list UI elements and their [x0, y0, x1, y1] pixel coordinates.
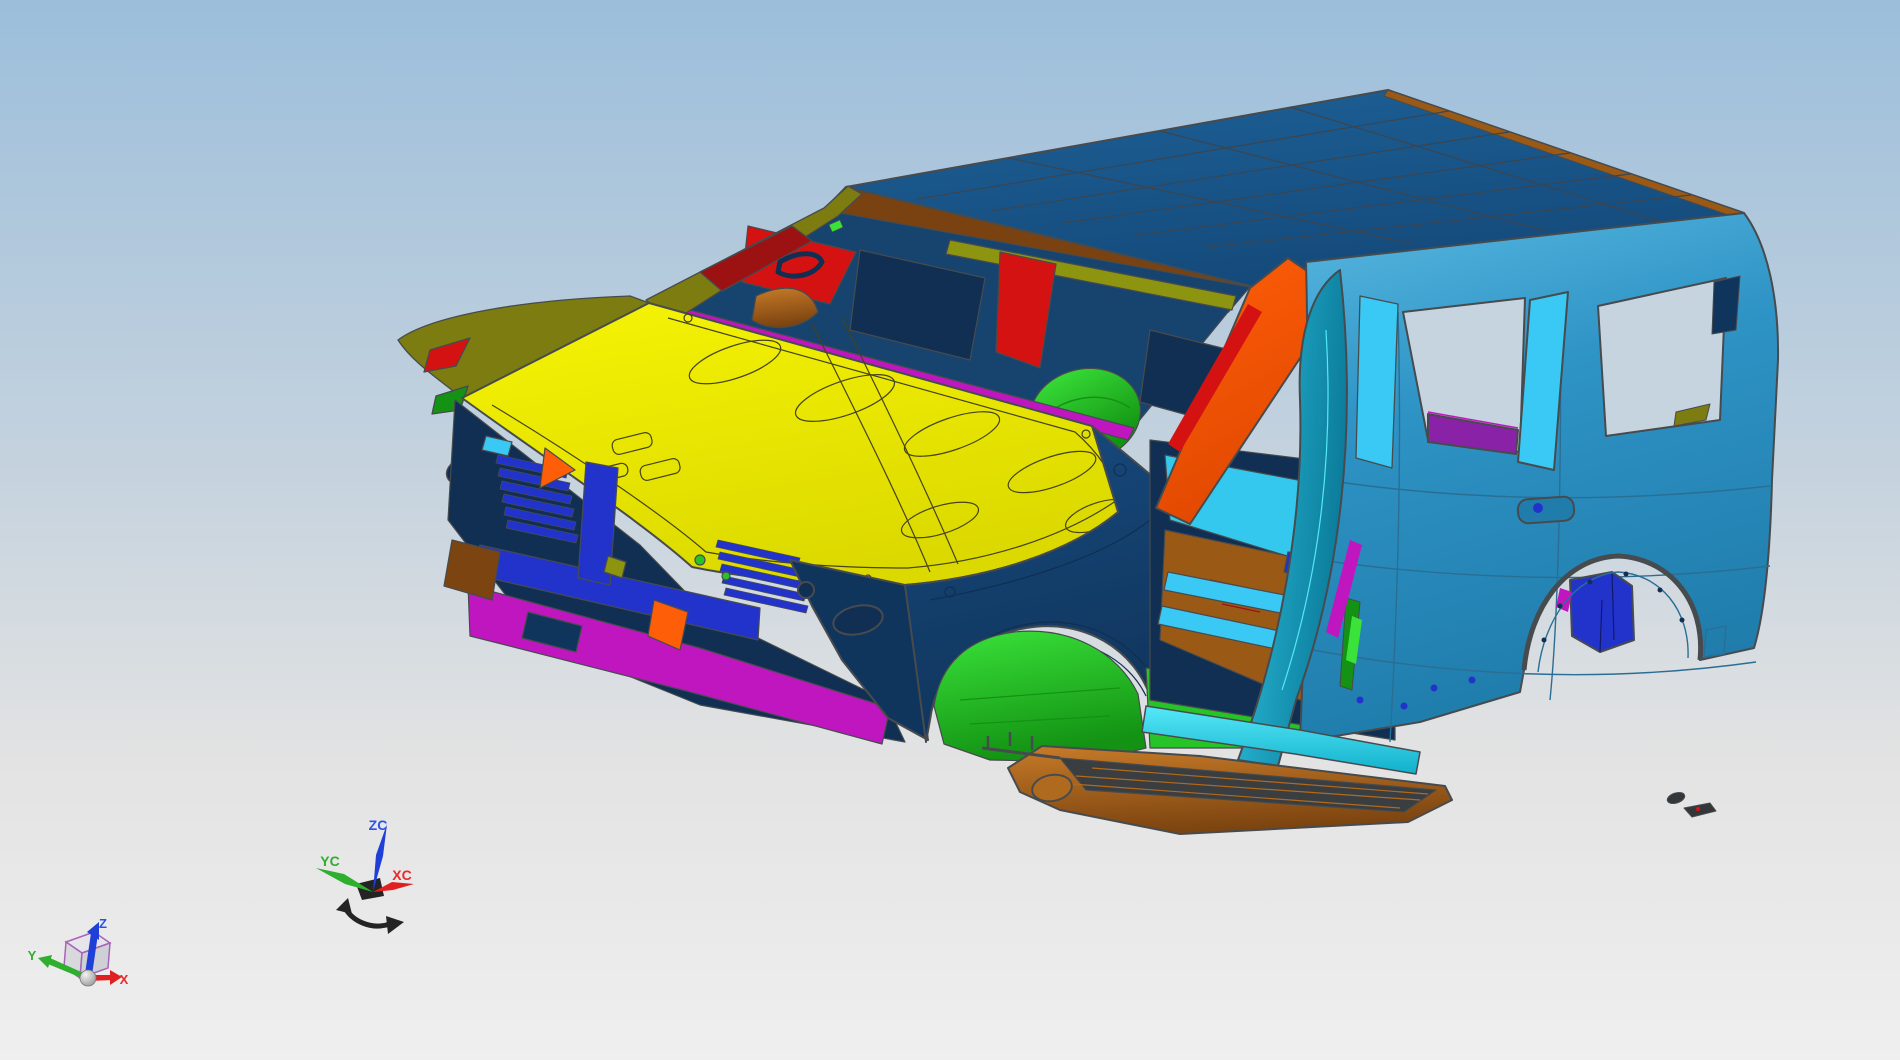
door-handle-recess[interactable] [1516, 495, 1576, 525]
view-x-label: X [120, 972, 129, 987]
view-y-label: Y [28, 948, 37, 963]
triad-origin-sphere[interactable] [79, 969, 97, 987]
wcs-yc-label: YC [320, 853, 339, 869]
wcs-xc-label: XC [392, 867, 411, 883]
cad-3d-viewport[interactable]: ZC YC XC Z Y X [0, 0, 1900, 1060]
b-pillar-upper[interactable] [1355, 295, 1399, 469]
car-body-model[interactable]: ZC YC XC Z Y X [0, 0, 1900, 1060]
wcs-zc-label: ZC [369, 817, 388, 833]
view-z-label: Z [99, 916, 107, 931]
